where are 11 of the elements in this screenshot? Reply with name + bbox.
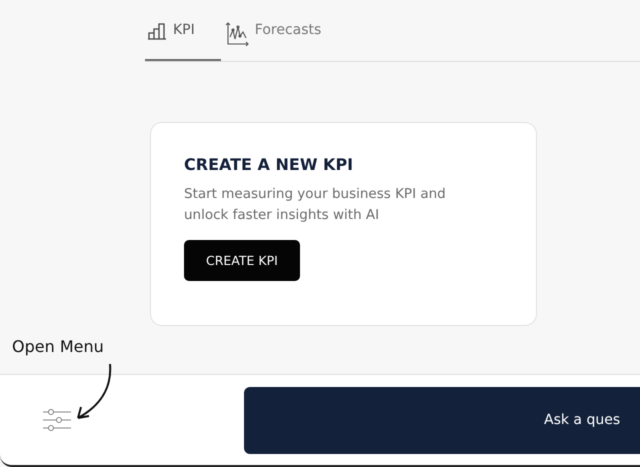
curved-arrow-icon <box>74 362 114 422</box>
ask-question-button[interactable]: Ask a ques <box>244 386 640 454</box>
tab[interactable]: Forecasts <box>220 20 326 61</box>
card-title: CREATE A NEW KPI <box>184 155 354 174</box>
bar-chart-icon <box>147 22 167 40</box>
line-chart-icon <box>224 22 249 46</box>
annotation-label: Open Menu <box>12 337 104 356</box>
tab[interactable]: KPI <box>145 20 221 61</box>
create-kpi-button[interactable]: CREATE KPI <box>184 240 300 281</box>
settings-sliders-icon[interactable] <box>43 409 71 431</box>
card-description: Start measuring your business KPI and unlock faster insights with AI <box>184 185 447 225</box>
